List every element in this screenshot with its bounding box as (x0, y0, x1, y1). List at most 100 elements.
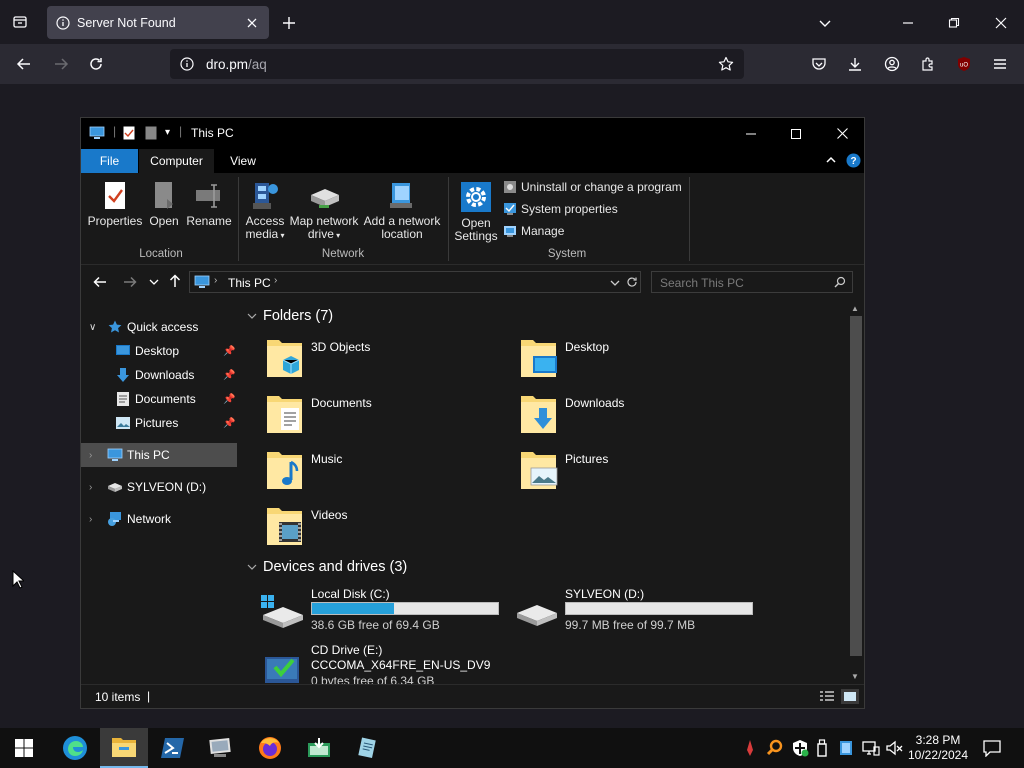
account-icon[interactable] (881, 53, 903, 75)
scrollbar-thumb[interactable] (850, 316, 862, 656)
forward-icon[interactable] (49, 53, 73, 75)
taskbar-powershell[interactable] (149, 728, 197, 768)
expanded-chevron-icon[interactable]: ∨ (89, 322, 96, 333)
system-properties-button[interactable]: System properties (503, 202, 618, 216)
open-settings-button[interactable]: Open Settings (453, 181, 499, 243)
vertical-scrollbar[interactable]: ▲ ▼ (848, 300, 864, 684)
folder-music[interactable]: Music (265, 448, 515, 498)
folder-desktop[interactable]: Desktop (519, 336, 769, 386)
nav-item-this-pc[interactable]: › This PC (81, 443, 237, 467)
site-info-icon[interactable] (179, 56, 195, 72)
tab-file[interactable]: File (81, 149, 138, 173)
back-arrow-icon[interactable] (93, 275, 107, 292)
taskbar-app-installer[interactable] (295, 728, 343, 768)
taskbar-file-explorer[interactable] (100, 728, 148, 768)
browser-tab[interactable]: Server Not Found (47, 6, 269, 39)
recent-locations-chevron-icon[interactable] (149, 276, 159, 290)
pocket-icon[interactable] (808, 53, 830, 75)
refresh-icon[interactable] (626, 276, 638, 291)
drive-sylveon-d[interactable]: SYLVEON (D:) 99.7 MB free of 99.7 MB (513, 587, 763, 641)
close-window-icon[interactable] (990, 12, 1012, 34)
folder-downloads[interactable]: Downloads (519, 392, 769, 442)
uninstall-program-button[interactable]: Uninstall or change a program (503, 180, 682, 194)
drive-cd-e[interactable]: CD Drive (E:) CCCOMA_X64FRE_EN-US_DV9 0 … (259, 643, 509, 684)
notification-center-icon[interactable] (983, 739, 1001, 760)
back-icon[interactable] (12, 53, 36, 75)
scroll-down-icon[interactable]: ▼ (851, 672, 859, 681)
breadcrumb-separator-icon[interactable]: › (214, 275, 217, 286)
nav-item-quick-access[interactable]: ∨ Quick access (81, 315, 237, 339)
nav-item-documents[interactable]: Documents 📌 (81, 387, 237, 411)
nav-item-pictures[interactable]: Pictures 📌 (81, 411, 237, 435)
map-network-drive-button[interactable]: Map network drive ▾ (288, 181, 360, 242)
open-button[interactable]: Open (147, 181, 181, 228)
breadcrumb[interactable]: This PC (228, 276, 271, 290)
nav-item-downloads[interactable]: Downloads 📌 (81, 363, 237, 387)
add-network-location-button[interactable]: Add a network location (361, 181, 443, 241)
scroll-up-icon[interactable]: ▲ (851, 304, 859, 313)
extensions-icon[interactable] (917, 53, 939, 75)
properties-quick-icon[interactable] (123, 126, 135, 143)
forward-arrow-icon[interactable] (123, 275, 137, 292)
collapse-ribbon-icon[interactable] (825, 154, 837, 169)
explorer-close-button[interactable] (819, 118, 865, 149)
details-view-icon[interactable] (819, 690, 835, 705)
address-dropdown-icon[interactable] (610, 277, 620, 291)
new-tab-icon[interactable] (278, 12, 300, 34)
customize-quick-access-icon[interactable]: ▾ (165, 127, 170, 138)
tab-computer[interactable]: Computer (139, 149, 214, 173)
url-bar[interactable]: dro.pm/aq (170, 49, 744, 79)
tray-security-icon[interactable] (791, 739, 809, 760)
search-icon[interactable] (834, 276, 846, 291)
taskbar-edge[interactable] (51, 728, 99, 768)
help-icon[interactable]: ? (846, 153, 861, 171)
properties-button[interactable]: Properties (87, 181, 143, 228)
new-folder-quick-icon[interactable] (145, 126, 157, 143)
nav-item-network[interactable]: › Network (81, 507, 237, 531)
taskbar-notepad[interactable] (344, 728, 392, 768)
large-icons-view-icon[interactable] (841, 689, 859, 704)
taskbar-clock[interactable]: 3:28 PM 10/22/2024 (902, 733, 974, 763)
folder-pictures[interactable]: Pictures (519, 448, 769, 498)
collapsed-chevron-icon[interactable]: › (89, 482, 92, 493)
up-arrow-icon[interactable] (168, 274, 182, 291)
tray-app-icon[interactable] (838, 739, 854, 760)
collapsed-chevron-icon[interactable]: › (89, 514, 92, 525)
breadcrumb-separator-icon[interactable]: › (274, 275, 277, 286)
devices-group-header[interactable]: Devices and drives (3) (247, 559, 407, 575)
rename-button[interactable]: Rename (185, 181, 233, 228)
ublock-icon[interactable]: uO (953, 53, 975, 75)
folder-3d-objects[interactable]: 3D Objects (265, 336, 515, 386)
explorer-title-bar[interactable]: | ▾ | This PC (81, 118, 864, 149)
chevron-down-icon[interactable] (814, 12, 836, 34)
tray-network-icon[interactable] (862, 739, 880, 760)
close-tab-icon[interactable] (243, 14, 261, 32)
access-media-button[interactable]: Access media ▾ (241, 181, 289, 242)
bookmark-star-icon[interactable] (717, 55, 735, 73)
taskbar-firefox[interactable] (246, 728, 294, 768)
taskbar-remote-desktop[interactable] (197, 728, 245, 768)
folder-documents[interactable]: Documents (265, 392, 515, 442)
drive-local-disk-c[interactable]: Local Disk (C:) 38.6 GB free of 69.4 GB (259, 587, 509, 641)
tab-view[interactable]: View (217, 149, 269, 173)
reload-icon[interactable] (84, 53, 108, 75)
tray-search-magnifier-icon[interactable] (766, 739, 784, 760)
tray-volume-muted-icon[interactable] (885, 739, 903, 760)
folder-videos[interactable]: Videos (265, 504, 515, 554)
folders-group-header[interactable]: Folders (7) (247, 308, 333, 324)
downloads-icon[interactable] (844, 53, 866, 75)
nav-item-sylveon[interactable]: › SYLVEON (D:) (81, 475, 237, 499)
file-explorer-window[interactable]: | ▾ | This PC File Computer View ? Prope… (80, 117, 865, 709)
search-input[interactable]: Search This PC (651, 271, 853, 293)
menu-icon[interactable] (989, 53, 1011, 75)
tray-pen-icon[interactable] (744, 739, 756, 760)
minimize-icon[interactable] (897, 12, 919, 34)
collapsed-chevron-icon[interactable]: › (89, 450, 92, 461)
manage-button[interactable]: Manage (503, 224, 564, 238)
list-all-tabs-icon[interactable] (6, 10, 34, 34)
address-bar[interactable]: › This PC › (189, 271, 641, 293)
explorer-minimize-button[interactable] (728, 118, 774, 149)
start-button[interactable] (0, 728, 48, 768)
nav-item-desktop[interactable]: Desktop 📌 (81, 339, 237, 363)
restore-icon[interactable] (943, 12, 965, 34)
